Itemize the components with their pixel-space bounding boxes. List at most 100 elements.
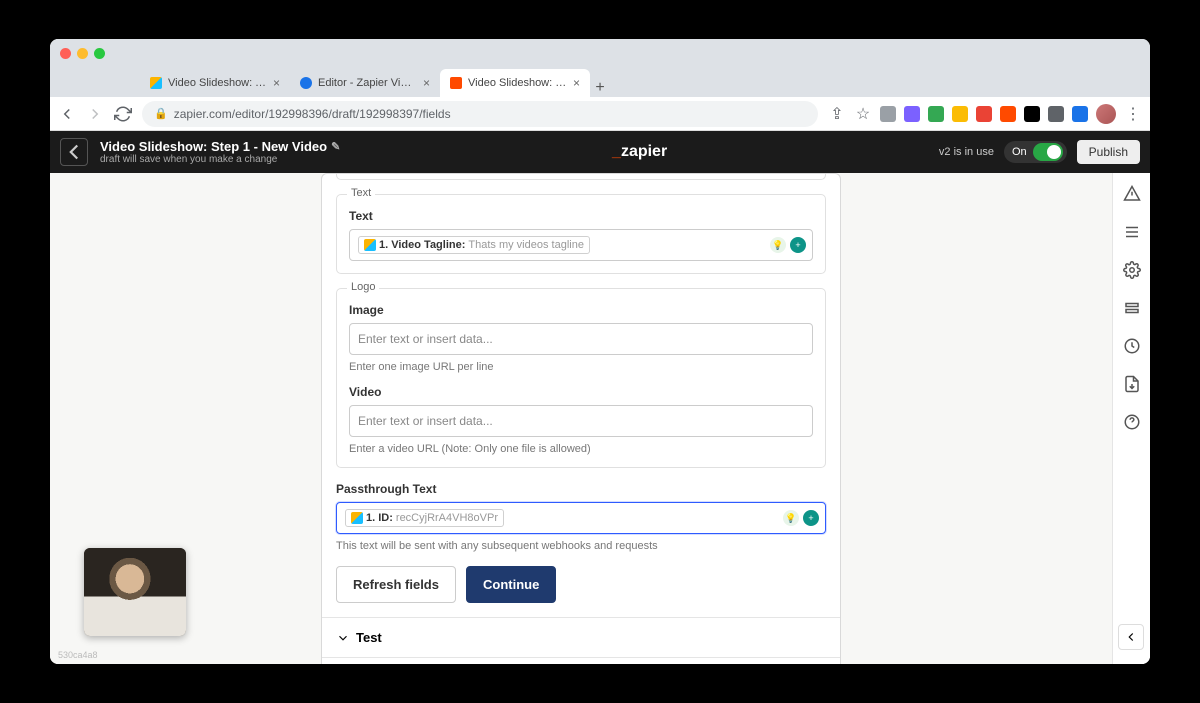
zap-title[interactable]: Video Slideshow: Step 1 - New Video xyxy=(100,139,327,154)
image-helper: Enter one image URL per line xyxy=(349,361,813,373)
section-legend: Logo xyxy=(347,281,379,293)
data-pill[interactable]: 1. ID: recCyjRrA4VH8oVPr xyxy=(345,509,504,527)
zapier-logo: _zapier xyxy=(352,143,927,161)
suggestions-icon[interactable]: 💡 xyxy=(770,237,786,253)
outline-icon[interactable] xyxy=(1123,223,1141,241)
action-buttons: Refresh fields Continue xyxy=(322,566,840,617)
window-titlebar xyxy=(50,39,1150,67)
url-text: zapier.com/editor/192998396/draft/192998… xyxy=(174,107,451,121)
kebab-menu-icon[interactable]: ⋮ xyxy=(1124,105,1142,123)
editor-back-button[interactable] xyxy=(60,138,88,166)
address-bar: 🔒 zapier.com/editor/192998396/draft/1929… xyxy=(50,97,1150,131)
extension-icon[interactable] xyxy=(952,106,968,122)
tab-close-icon[interactable]: × xyxy=(573,76,580,90)
data-pill[interactable]: 1. Video Tagline: Thats my videos taglin… xyxy=(358,236,590,254)
toggle-label: On xyxy=(1012,146,1027,158)
extension-icon[interactable] xyxy=(880,106,896,122)
minimize-window-icon[interactable] xyxy=(77,48,88,59)
nav-reload-button[interactable] xyxy=(114,105,132,123)
canvas[interactable]: Text Text 1. Video Tagline: Thats my vid… xyxy=(50,173,1112,664)
continue-button[interactable]: Continue xyxy=(466,566,556,603)
maximize-window-icon[interactable] xyxy=(94,48,105,59)
help-icon[interactable] xyxy=(1123,413,1141,431)
section-legend: Text xyxy=(347,187,375,199)
tab-bar: Video Slideshow: Table 1 - Air... × Edit… xyxy=(50,67,1150,97)
tab-creatomate[interactable]: Editor - Zapier Video Slidesh... × xyxy=(290,69,440,97)
alerts-icon[interactable] xyxy=(1123,185,1141,203)
field-label-passthrough: Passthrough Text xyxy=(336,482,826,496)
tab-label: Editor - Zapier Video Slidesh... xyxy=(318,77,417,89)
placeholder: Enter text or insert data... xyxy=(358,332,493,346)
extension-icon[interactable] xyxy=(976,106,992,122)
pill-key: 1. ID: xyxy=(366,512,393,524)
placeholder: Enter text or insert data... xyxy=(358,414,493,428)
video-input[interactable]: Enter text or insert data... xyxy=(349,405,813,437)
pill-value: recCyjRrA4VH8oVPr xyxy=(396,512,498,524)
url-input[interactable]: 🔒 zapier.com/editor/192998396/draft/1929… xyxy=(142,101,818,127)
section-text: Text Text 1. Video Tagline: Thats my vid… xyxy=(336,194,826,274)
suggestions-icon[interactable]: 💡 xyxy=(783,510,799,526)
publish-button[interactable]: Publish xyxy=(1077,140,1140,164)
insert-data-icon[interactable]: + xyxy=(790,237,806,253)
refresh-fields-button[interactable]: Refresh fields xyxy=(336,566,456,603)
passthrough-input[interactable]: 1. ID: recCyjRrA4VH8oVPr 💡 + xyxy=(336,502,826,534)
extension-icon[interactable] xyxy=(928,106,944,122)
test-label: Test xyxy=(356,630,382,645)
nav-forward-button[interactable] xyxy=(86,105,104,123)
close-button[interactable]: Close xyxy=(322,657,840,664)
step-panel: Text Text 1. Video Tagline: Thats my vid… xyxy=(321,173,841,664)
tab-label: Video Slideshow: Step 1 - Ne... xyxy=(468,77,567,89)
browser-window: Video Slideshow: Table 1 - Air... × Edit… xyxy=(50,39,1150,664)
tab-label: Video Slideshow: Table 1 - Air... xyxy=(168,77,267,89)
extension-icon[interactable] xyxy=(1024,106,1040,122)
workspace: Text Text 1. Video Tagline: Thats my vid… xyxy=(50,173,1150,664)
nav-back-button[interactable] xyxy=(58,105,76,123)
zap-title-block: Video Slideshow: Step 1 - New Video ✎ dr… xyxy=(100,139,340,165)
pill-key: 1. Video Tagline: xyxy=(379,239,465,251)
version-label: v2 is in use xyxy=(939,146,994,158)
chevron-down-icon xyxy=(336,631,350,645)
tab-close-icon[interactable]: × xyxy=(273,76,280,90)
tab-airtable[interactable]: Video Slideshow: Table 1 - Air... × xyxy=(140,69,290,97)
creatomate-favicon-icon xyxy=(300,77,312,89)
field-label-text: Text xyxy=(349,209,813,223)
history-icon[interactable] xyxy=(1123,337,1141,355)
profile-avatar[interactable] xyxy=(1096,104,1116,124)
tab-close-icon[interactable]: × xyxy=(423,76,430,90)
field-label-video: Video xyxy=(349,385,813,399)
extension-icon[interactable] xyxy=(1000,106,1016,122)
test-section-toggle[interactable]: Test xyxy=(322,617,840,657)
lock-icon: 🔒 xyxy=(154,107,168,120)
settings-icon[interactable] xyxy=(1123,261,1141,279)
versions-icon[interactable] xyxy=(1123,299,1141,317)
text-input[interactable]: 1. Video Tagline: Thats my videos taglin… xyxy=(349,229,813,261)
section-logo: Logo Image Enter text or insert data... … xyxy=(336,288,826,468)
video-helper: Enter a video URL (Note: Only one file i… xyxy=(349,443,813,455)
zap-subtitle: draft will save when you make a change xyxy=(100,154,340,165)
share-icon[interactable]: ⇪ xyxy=(828,105,846,123)
field-label-image: Image xyxy=(349,303,813,317)
collapse-rail-button[interactable] xyxy=(1118,624,1144,650)
build-id: 530ca4a8 xyxy=(58,650,98,660)
zap-on-toggle[interactable]: On xyxy=(1004,141,1067,163)
toggle-switch-icon xyxy=(1033,143,1063,161)
extension-icons: ⇪ ☆ ⋮ xyxy=(828,104,1142,124)
new-tab-button[interactable]: + xyxy=(590,79,610,97)
export-icon[interactable] xyxy=(1123,375,1141,393)
edit-title-icon[interactable]: ✎ xyxy=(331,140,340,153)
airtable-pill-icon xyxy=(364,239,376,251)
insert-data-icon[interactable]: + xyxy=(803,510,819,526)
extensions-menu-icon[interactable] xyxy=(1072,106,1088,122)
image-input[interactable]: Enter text or insert data... xyxy=(349,323,813,355)
bookmark-icon[interactable]: ☆ xyxy=(854,105,872,123)
airtable-favicon-icon xyxy=(150,77,162,89)
tab-zapier[interactable]: Video Slideshow: Step 1 - Ne... × xyxy=(440,69,590,97)
extension-icon[interactable] xyxy=(904,106,920,122)
extension-icon[interactable] xyxy=(1048,106,1064,122)
pill-value: Thats my videos tagline xyxy=(468,239,584,251)
traffic-lights xyxy=(60,48,105,59)
passthrough-helper: This text will be sent with any subseque… xyxy=(336,540,826,552)
app-header: Video Slideshow: Step 1 - New Video ✎ dr… xyxy=(50,131,1150,173)
airtable-pill-icon xyxy=(351,512,363,524)
close-window-icon[interactable] xyxy=(60,48,71,59)
